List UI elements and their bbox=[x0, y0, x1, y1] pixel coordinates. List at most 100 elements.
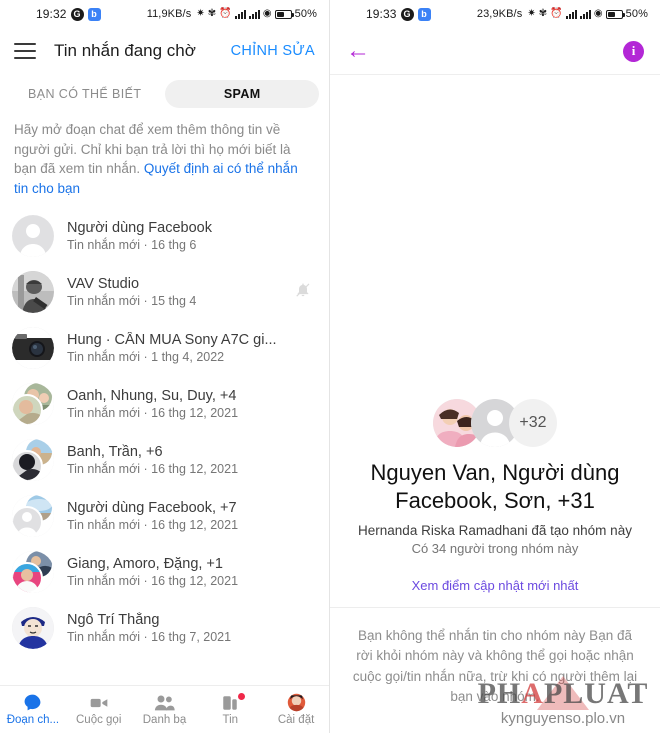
cannot-message-notice: Bạn không thể nhắn tin cho nhóm này Bạn … bbox=[352, 628, 638, 704]
empty-space bbox=[330, 75, 660, 399]
right-status-bar: 19:33 G b 23,9KB/s ✷ ✾ ⏰ ◉ 50% bbox=[330, 0, 660, 28]
status-right-group: 23,9KB/s ✷ ✾ ⏰ ◉ 50% bbox=[477, 8, 648, 20]
avatar-icon bbox=[287, 693, 306, 712]
alarm-icon: ⏰ bbox=[550, 8, 563, 19]
right-app-header: ← i bbox=[330, 28, 660, 74]
list-item-subtitle: Tin nhắn mới · 16 thg 6 bbox=[67, 238, 197, 253]
list-item-subtitle: Tin nhắn mới · 16 thg 12, 2021 bbox=[67, 462, 239, 477]
list-item-subtitle: Tin nhắn mới · 16 thg 12, 2021 bbox=[67, 406, 239, 421]
people-icon bbox=[154, 694, 175, 712]
avatar bbox=[12, 327, 54, 370]
back-arrow-icon[interactable]: ← bbox=[346, 39, 370, 63]
bluetooth-icon: ✷ bbox=[196, 8, 205, 19]
list-item-text: Oanh, Nhung, Su, Duy, +4 Tin nhắn mới · … bbox=[67, 388, 317, 420]
nav-tab-calls[interactable]: Cuộc gọi bbox=[66, 694, 132, 726]
nav-tab-chats[interactable]: Đoạn ch... bbox=[0, 694, 66, 726]
list-item[interactable]: Banh, Trần, +6 Tin nhắn mới · 16 thg 12,… bbox=[0, 432, 329, 488]
avatar bbox=[12, 551, 54, 594]
app-badge-icon: b bbox=[417, 7, 431, 21]
page-title: Tin nhắn đang chờ bbox=[54, 41, 196, 60]
app-badge-icon: b bbox=[87, 7, 101, 21]
dual-screenshot-container: 19:32 G b 11,9KB/s ✷ ✾ ⏰ ◉ 50% Tin nhắn … bbox=[0, 0, 660, 733]
view-latest-updates-link[interactable]: Xem điểm cập nhật mới nhất bbox=[330, 578, 660, 593]
avatar bbox=[12, 271, 54, 314]
group-avatar-stack: +32 bbox=[330, 399, 660, 447]
list-item-text: Hung · CẦN MUA Sony A7C gi... Tin nhắn m… bbox=[67, 332, 317, 364]
wifi-icon: ◉ bbox=[262, 8, 272, 19]
right-body: +32 Nguyen Van, Người dùng Facebook, Sơn… bbox=[330, 75, 660, 733]
list-item[interactable]: Oanh, Nhung, Su, Duy, +4 Tin nhắn mới · … bbox=[0, 376, 329, 432]
list-item-title: Người dùng Facebook, +7 bbox=[67, 500, 237, 517]
signal-bars-sim2-icon bbox=[579, 9, 591, 19]
status-left-group: 19:33 G b bbox=[342, 7, 431, 21]
nav-tab-settings[interactable]: Cài đặt bbox=[263, 693, 329, 726]
status-time: 19:33 bbox=[366, 7, 397, 21]
google-badge-icon: G bbox=[70, 7, 84, 21]
list-item-title: Người dùng Facebook bbox=[67, 220, 212, 237]
battery-percent: 50% bbox=[294, 8, 317, 20]
avatar bbox=[12, 495, 54, 538]
network-speed: 23,9KB/s bbox=[476, 8, 523, 20]
left-app-header: Tin nhắn đang chờ CHỈNH SỬA bbox=[0, 28, 329, 74]
list-item-title: Hung · CẦN MUA Sony A7C gi... bbox=[67, 332, 277, 349]
video-camera-icon bbox=[89, 694, 109, 712]
status-right-group: 11,9KB/s ✷ ✾ ⏰ ◉ 50% bbox=[147, 8, 317, 20]
tab-you-may-know[interactable]: BẠN CÓ THỂ BIẾT bbox=[14, 80, 155, 108]
conversation-list: Người dùng Facebook Tin nhắn mới · 16 th… bbox=[0, 208, 329, 656]
list-item-subtitle: Tin nhắn mới · 16 thg 12, 2021 bbox=[67, 518, 239, 533]
tab-spam[interactable]: SPAM bbox=[165, 80, 319, 108]
bluetooth-icon: ✷ bbox=[527, 8, 536, 19]
battery-percent: 50% bbox=[625, 8, 648, 20]
wifi-icon: ◉ bbox=[593, 8, 603, 19]
stories-icon bbox=[221, 692, 246, 712]
edit-button[interactable]: CHỈNH SỬA bbox=[231, 43, 315, 59]
right-phone-screen: 19:33 G b 23,9KB/s ✷ ✾ ⏰ ◉ 50% ← i +32 N… bbox=[330, 0, 660, 733]
notification-badge-dot bbox=[238, 692, 246, 700]
usb-debug-icon: ✾ bbox=[207, 8, 217, 19]
group-creator: Hernanda Riska Ramadhani đã tạo nhóm này bbox=[358, 523, 632, 538]
list-item-text: Người dùng Facebook, +7 Tin nhắn mới · 1… bbox=[67, 500, 317, 532]
nav-label: Cuộc gọi bbox=[76, 713, 122, 726]
left-phone-screen: 19:32 G b 11,9KB/s ✷ ✾ ⏰ ◉ 50% Tin nhắn … bbox=[0, 0, 330, 733]
status-time: 19:32 bbox=[36, 7, 67, 21]
nav-label: Cài đặt bbox=[277, 713, 315, 726]
info-icon[interactable]: i bbox=[623, 40, 644, 62]
google-badge-icon: G bbox=[400, 7, 414, 21]
mute-bell-icon bbox=[295, 282, 311, 303]
spam-notice: Hãy mở đoạn chat để xem thêm thông tin v… bbox=[0, 116, 329, 208]
list-item[interactable]: Ngô Trí Thắng Tin nhắn mới · 16 thg 7, 2… bbox=[0, 600, 329, 656]
list-item-title: Ngô Trí Thắng bbox=[67, 612, 160, 629]
list-item-text: Banh, Trần, +6 Tin nhắn mới · 16 thg 12,… bbox=[67, 444, 317, 476]
list-item[interactable]: Người dùng Facebook Tin nhắn mới · 16 th… bbox=[0, 208, 329, 264]
nav-tab-stories[interactable]: Tin bbox=[197, 692, 263, 726]
list-item[interactable]: Hung · CẦN MUA Sony A7C gi... Tin nhắn m… bbox=[0, 320, 329, 376]
network-speed: 11,9KB/s bbox=[146, 8, 192, 20]
group-member-count: Có 34 người trong nhóm này bbox=[411, 541, 579, 556]
bottom-navigation-bar: Đoạn ch... Cuộc gọi Danh bạ Tin Cài đặt bbox=[0, 685, 329, 733]
list-item-subtitle: Tin nhắn mới · 15 thg 4 bbox=[67, 294, 197, 309]
list-item-text: Ngô Trí Thắng Tin nhắn mới · 16 thg 7, 2… bbox=[67, 612, 317, 644]
list-item[interactable]: Người dùng Facebook, +7 Tin nhắn mới · 1… bbox=[0, 488, 329, 544]
signal-bars-sim2-icon bbox=[248, 9, 260, 19]
hamburger-icon[interactable] bbox=[14, 43, 36, 59]
signal-bars-sim1-icon bbox=[565, 9, 577, 19]
nav-label: Tin bbox=[222, 713, 239, 726]
left-status-bar: 19:32 G b 11,9KB/s ✷ ✾ ⏰ ◉ 50% bbox=[0, 0, 329, 28]
avatar bbox=[12, 215, 54, 258]
list-item-subtitle: Tin nhắn mới · 1 thg 4, 2022 bbox=[67, 350, 225, 365]
battery-icon bbox=[274, 9, 294, 19]
list-item-title: Banh, Trần, +6 bbox=[67, 444, 163, 461]
list-item-title: VAV Studio bbox=[67, 276, 140, 293]
nav-tab-contacts[interactable]: Danh bạ bbox=[132, 694, 198, 726]
chat-bubble-icon bbox=[23, 694, 42, 712]
battery-icon bbox=[605, 9, 625, 19]
nav-label: Đoạn ch... bbox=[6, 713, 60, 726]
avatar bbox=[12, 439, 54, 482]
tab-bar: BẠN CÓ THỂ BIẾT SPAM bbox=[0, 74, 329, 116]
avatar-overflow-count: +32 bbox=[509, 399, 557, 447]
signal-bars-sim1-icon bbox=[234, 9, 246, 19]
list-item-title: Oanh, Nhung, Su, Duy, +4 bbox=[67, 388, 237, 405]
list-item[interactable]: Giang, Amoro, Đặng, +1 Tin nhắn mới · 16… bbox=[0, 544, 329, 600]
list-item[interactable]: VAV Studio Tin nhắn mới · 15 thg 4 bbox=[0, 264, 329, 320]
alarm-icon: ⏰ bbox=[219, 8, 232, 19]
